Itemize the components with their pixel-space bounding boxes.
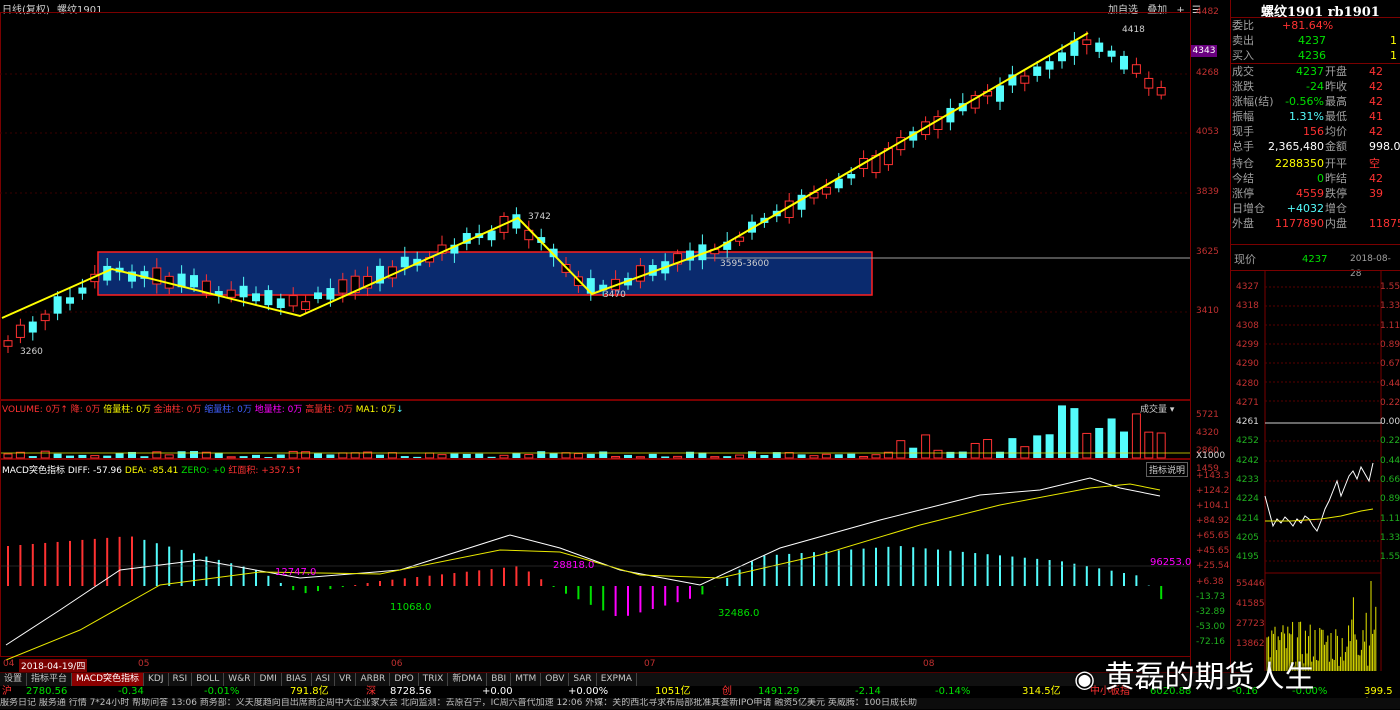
- wei-bi-row: 委比 +81.64%: [1232, 19, 1334, 32]
- indicator-tab[interactable]: BBI: [487, 673, 512, 686]
- indicator-tab[interactable]: W&R: [224, 673, 256, 686]
- annotation-3742: 3742: [528, 212, 551, 222]
- indicator-tab[interactable]: VR: [335, 673, 357, 686]
- indicator-tab[interactable]: DMI: [255, 673, 282, 686]
- indicator-tab[interactable]: ASI: [312, 673, 336, 686]
- quote-row: 现手 156 均价 42: [1232, 125, 1383, 138]
- indicator-tab[interactable]: TRIX: [419, 673, 449, 686]
- quote-row: 振幅 1.31% 最低 41: [1232, 110, 1383, 123]
- current-price-marker: 4343: [1191, 45, 1217, 57]
- indicator-tab[interactable]: OBV: [541, 673, 570, 686]
- price-tick: 3839: [1196, 187, 1219, 197]
- indicator-tab[interactable]: ARBR: [356, 673, 391, 686]
- indicator-tab[interactable]: KDJ: [144, 673, 169, 686]
- sell-row: 卖出 4237 1: [1232, 34, 1397, 47]
- volume-title: VOLUME: 0万↑ 降: 0万 倍量柱: 0万 金油柱: 0万 缩量柱: 0…: [2, 405, 404, 415]
- price-tick: 3410: [1196, 306, 1219, 316]
- kline-chart[interactable]: [0, 0, 1232, 672]
- price-tick: 4482: [1196, 7, 1219, 17]
- quote-row: 涨跌 -24 昨收 42: [1232, 80, 1383, 93]
- quote-row: 今结 0 昨结 42: [1232, 172, 1383, 185]
- indicator-tab[interactable]: BOLL: [192, 673, 225, 686]
- quote-row: 外盘1177890内盘11875: [1232, 217, 1400, 230]
- quote-row: 持仓 2288350 开平空: [1232, 157, 1380, 170]
- quote-row: 成交 4237 开盘 42: [1232, 65, 1383, 78]
- weibo-icon: ◉: [1074, 665, 1095, 693]
- indicator-tab[interactable]: 设置: [0, 673, 28, 686]
- indicator-tab[interactable]: MTM: [511, 673, 542, 686]
- watermark: ◉ 黄磊的期货人生: [1074, 660, 1315, 695]
- indicator-tab[interactable]: SAR: [569, 673, 597, 686]
- now-price-row: 现价 4237 2018-08-28: [1234, 253, 1391, 279]
- volume-dropdown[interactable]: 成交量 ▾: [1140, 402, 1174, 415]
- indicator-tab[interactable]: DPO: [390, 673, 419, 686]
- annotation-zone: 3595-3600: [720, 259, 770, 269]
- indicator-tab[interactable]: 新DMA: [448, 673, 488, 686]
- annotation-3260: 3260: [20, 347, 43, 357]
- annotation-4418: 4418: [1122, 25, 1145, 35]
- price-tick: 4053: [1196, 127, 1219, 137]
- buy-row: 买入 4236 1: [1232, 49, 1397, 62]
- indicator-tabs: 设置 指标平台 MACD突色指标 KDJ RSI BOLL W&R DMI BIAS ASI VR A…: [0, 672, 1240, 686]
- indicator-tab[interactable]: 指标平台: [27, 673, 73, 686]
- indicator-tab[interactable]: EXPMA: [597, 673, 637, 686]
- price-tick: 4268: [1196, 68, 1219, 78]
- quote-row: 日增仓 +4032 增仓: [1232, 202, 1347, 215]
- indicator-tab[interactable]: BIAS: [282, 673, 312, 686]
- indicator-tab[interactable]: MACD突色指标: [72, 673, 145, 686]
- price-tick: 3625: [1196, 247, 1219, 257]
- quote-row: 总手 2,365,480 金额 998.0: [1232, 140, 1400, 153]
- intraday-chart[interactable]: [1231, 271, 1400, 671]
- macd-title: MACD突色指标 DIFF: -57.96 DEA: -85.41 ZERO: …: [2, 466, 303, 476]
- indicator-tab[interactable]: RSI: [169, 673, 193, 686]
- news-ticker[interactable]: 服务日记 服务通 行情 7*24小时 帮助问答 13:06 商务部：义夫度趋向自…: [0, 698, 1400, 709]
- annotation-3470: 3470: [603, 290, 626, 300]
- indicator-help-button[interactable]: 指标说明: [1146, 462, 1189, 477]
- quote-row: 涨幅(结) -0.56% 最高 42: [1232, 95, 1383, 108]
- date-axis: 04 2018-04-19/四 05 06 07 08: [3, 659, 935, 672]
- quote-row: 涨停 4559 跌停 39: [1232, 187, 1383, 200]
- volume-label: VOLUME: 0万: [2, 405, 61, 415]
